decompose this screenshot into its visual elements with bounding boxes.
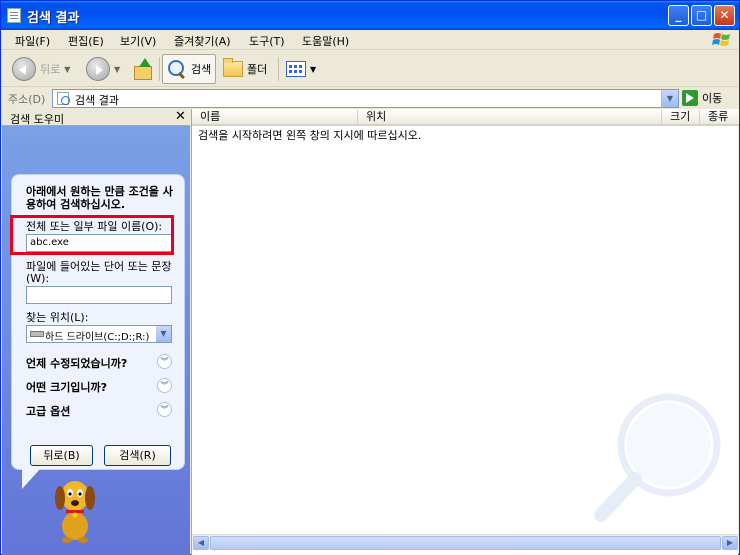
results-pane: 이름 위치 크기 종류 검색을 시작하려면 왼쪽 창의 지시에 따르십시오. ◀… (191, 109, 739, 555)
minimize-button[interactable]: _ (668, 5, 689, 26)
hard-drive-icon (30, 331, 44, 337)
toolbar: 뒤로 ▼ ▼ 검색 폴더 ▼ (2, 51, 738, 87)
double-chevron-down-icon[interactable]: ︾ (157, 354, 172, 369)
windows-logo-icon (712, 33, 730, 46)
menu-edit[interactable]: 편집(E) (68, 33, 104, 49)
menu-tools[interactable]: 도구(T) (249, 33, 285, 49)
close-button[interactable]: ✕ (714, 5, 735, 26)
go-label: 이동 (702, 92, 723, 105)
search-results-icon (57, 92, 70, 105)
forward-button[interactable]: ▼ (86, 54, 120, 84)
back-arrow-icon (12, 57, 36, 81)
column-name[interactable]: 이름 (192, 110, 358, 124)
search-button[interactable]: 검색 (162, 54, 217, 84)
title-bar[interactable]: 검색 결과 _ □ ✕ (1, 1, 739, 30)
column-type[interactable]: 종류 (700, 110, 739, 124)
horizontal-scrollbar[interactable]: ◀ ▶ (192, 534, 739, 550)
toolbar-separator (159, 57, 160, 81)
search-prompt: 아래에서 원하는 만큼 조건을 사용하여 검색하십시오. (26, 185, 173, 211)
up-folder-icon (132, 58, 154, 80)
pane-header: 검색 도우미 ✕ (2, 109, 190, 126)
address-input[interactable]: 검색 결과 ▼ (52, 89, 679, 108)
scroll-right-icon[interactable]: ▶ (722, 536, 738, 550)
up-folder-button[interactable] (132, 54, 154, 84)
menu-view[interactable]: 보기(V) (120, 33, 156, 49)
menu-favorites[interactable]: 즐겨찾기(A) (174, 33, 231, 49)
search-companion-pane: 검색 도우미 ✕ 아래에서 원하는 만큼 조건을 사용하여 검색하십시오. 전체… (2, 109, 190, 555)
address-bar: 주소(D) 검색 결과 ▼ 이동 (2, 88, 738, 109)
option-label: 어떤 크기입니까? (26, 381, 108, 394)
menu-bar: 파일(F) 편집(E) 보기(V) 즐겨찾기(A) 도구(T) 도움말(H) (2, 30, 738, 50)
folders-button[interactable]: 폴더 (223, 54, 267, 84)
folder-icon (223, 58, 243, 77)
explorer-window: 검색 결과 _ □ ✕ 파일(F) 편집(E) 보기(V) 즐겨찾기(A) 도구… (0, 0, 740, 555)
scroll-thumb[interactable] (210, 536, 721, 550)
chevron-down-icon[interactable]: ▼ (64, 65, 70, 74)
go-button[interactable]: 이동 (682, 90, 722, 106)
chevron-down-icon[interactable]: ▼ (156, 326, 171, 342)
column-headers: 이름 위치 크기 종류 (192, 109, 739, 126)
word-label: 파일에 들어있는 단어 또는 문장(W): (26, 260, 172, 285)
maximize-button[interactable]: □ (691, 5, 712, 26)
folders-label: 폴더 (247, 63, 268, 76)
go-arrow-icon (682, 90, 698, 106)
double-chevron-down-icon[interactable]: ︾ (157, 402, 172, 417)
location-select[interactable]: 하드 드라이브(C:;D:;R:) ▼ (26, 325, 172, 343)
back-button[interactable]: 뒤로(B) (30, 445, 93, 466)
forward-arrow-icon (86, 57, 110, 81)
views-button[interactable]: ▼ (286, 54, 316, 84)
location-value: 하드 드라이브(C:;D:;R:) (45, 332, 150, 343)
chevron-down-icon[interactable]: ▼ (310, 65, 316, 74)
views-icon (286, 61, 306, 77)
close-icon[interactable]: ✕ (175, 109, 186, 124)
location-label: 찾는 위치(L): (26, 311, 89, 324)
address-value: 검색 결과 (75, 94, 119, 107)
option-label: 고급 옵션 (26, 405, 71, 418)
column-size[interactable]: 크기 (662, 110, 700, 124)
toolbar-separator (278, 57, 279, 81)
window-title: 검색 결과 (27, 11, 80, 26)
pane-title: 검색 도우미 (10, 113, 65, 126)
search-icon (167, 59, 187, 79)
chevron-down-icon[interactable]: ▼ (661, 90, 678, 107)
bubble-tail (22, 469, 40, 489)
scroll-left-icon[interactable]: ◀ (193, 536, 209, 550)
menu-file[interactable]: 파일(F) (15, 33, 50, 49)
chevron-down-icon[interactable]: ▼ (114, 65, 120, 74)
address-label: 주소(D) (8, 93, 46, 106)
back-button[interactable]: 뒤로 ▼ (12, 54, 70, 84)
menu-help[interactable]: 도움말(H) (302, 33, 349, 49)
double-chevron-down-icon[interactable]: ︾ (157, 378, 172, 393)
filename-highlight (10, 215, 174, 255)
option-modified-date[interactable]: 언제 수정되었습니까? ︾ (26, 353, 172, 371)
option-label: 언제 수정되었습니까? (26, 357, 128, 370)
search-label: 검색 (191, 63, 212, 76)
word-input[interactable] (26, 286, 172, 304)
instruction-message: 검색을 시작하려면 왼쪽 창의 지시에 따르십시오. (198, 129, 422, 142)
search-dog-icon (55, 481, 95, 543)
option-size[interactable]: 어떤 크기입니까? ︾ (26, 377, 172, 395)
column-location[interactable]: 위치 (358, 110, 662, 124)
magnifier-watermark-icon (594, 393, 721, 522)
search-submit-button[interactable]: 검색(R) (104, 445, 171, 466)
search-results-icon (7, 8, 21, 23)
option-advanced[interactable]: 고급 옵션 ︾ (26, 401, 172, 419)
back-label: 뒤로 (40, 63, 61, 76)
